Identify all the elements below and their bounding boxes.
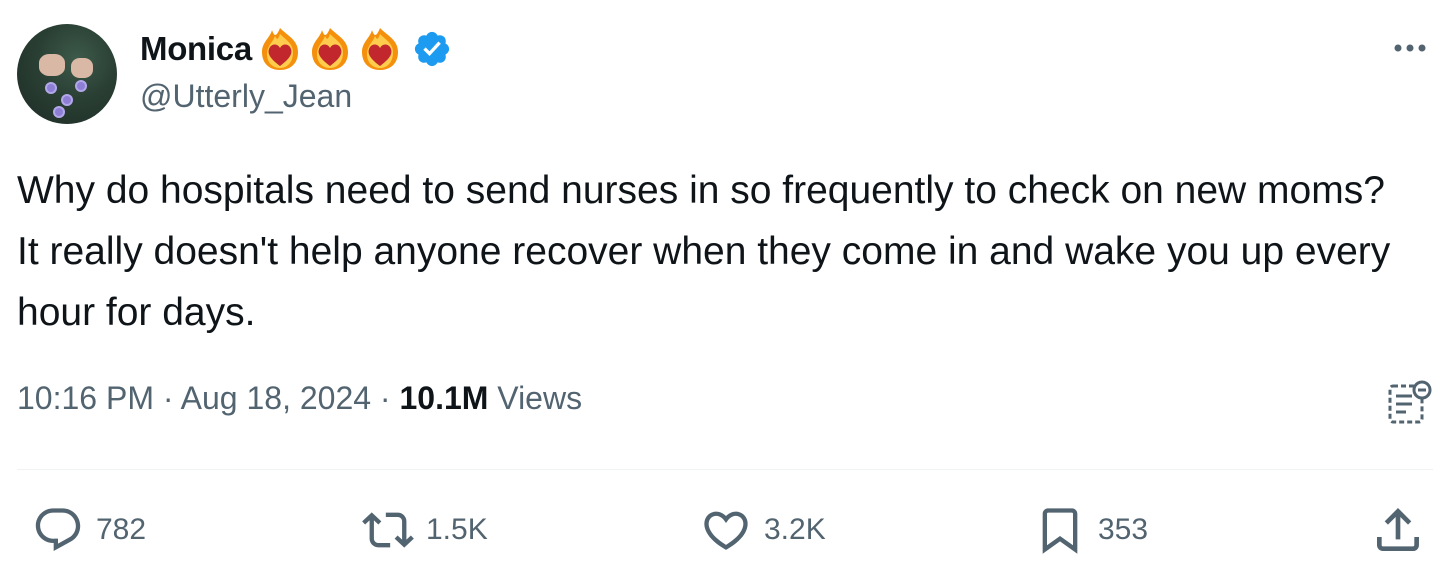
more-options-button[interactable] [1392,30,1428,66]
views-label: Views [497,380,583,416]
avatar-flower [55,108,63,116]
avatar-hand [71,58,93,78]
bookmark-count: 353 [1098,513,1149,546]
share-icon[interactable] [1370,502,1426,558]
verified-badge-icon[interactable] [412,29,452,69]
community-notes-icon[interactable] [1384,378,1436,430]
heart-on-fire-emoji-icon [261,28,298,70]
heart-icon [704,511,748,550]
reply-icon [35,508,81,552]
tweet-time[interactable]: 10:16 PM [17,380,154,416]
repost-button[interactable]: 1.5K [362,502,488,558]
views-count: 10.1M [399,380,489,416]
bookmark-button[interactable]: 353 [1034,502,1148,558]
reply-button[interactable]: 782 [32,502,146,558]
tweet-text: Why do hospitals need to send nurses in … [17,169,1391,334]
display-name[interactable]: Monica [140,30,252,68]
like-count: 3.2K [764,513,826,546]
avatar-flower [77,82,85,90]
heart-on-fire-emoji-icon [311,28,348,70]
bookmark-icon [1042,508,1078,554]
like-button[interactable]: 3.2K [700,502,826,558]
author-name-row: Monica [140,24,452,74]
divider [17,469,1433,470]
repost-icon [362,512,414,548]
heart-on-fire-emoji-icon [361,28,398,70]
avatar-hand [39,54,65,76]
tweet-meta: 10:16 PM · Aug 18, 2024 · 10.1M Views [17,380,582,417]
avatar[interactable] [17,24,117,124]
meta-separator: · [162,380,174,416]
author-handle[interactable]: @Utterly_Jean [140,78,352,115]
avatar-flower [63,96,71,104]
avatar-flower [47,84,55,92]
repost-count: 1.5K [426,513,488,546]
reply-count: 782 [96,513,147,546]
tweet-date[interactable]: Aug 18, 2024 [181,380,371,416]
meta-separator: · [379,380,391,416]
more-dots-icon [1394,44,1426,52]
